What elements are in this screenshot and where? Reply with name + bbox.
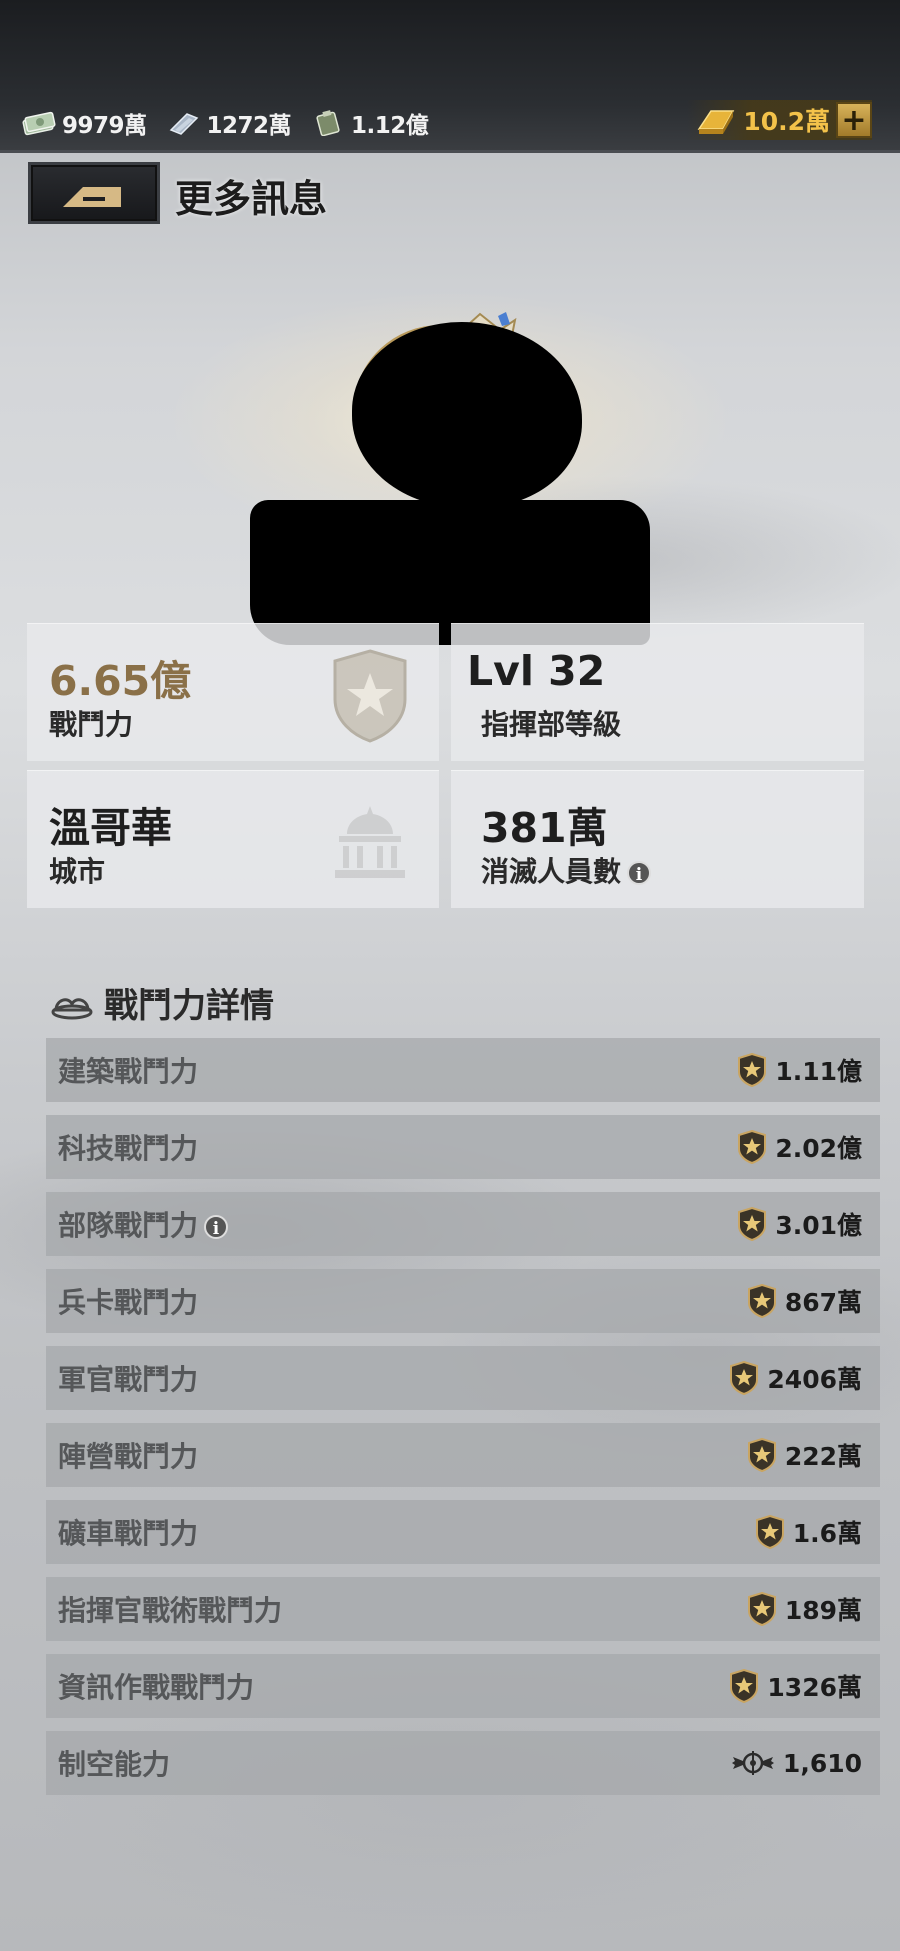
row-label: 資訊作戰戰鬥力	[58, 1671, 255, 1704]
gold-resource[interactable]: 10.2萬 +	[687, 100, 872, 140]
level-value: Lvl 32	[467, 647, 606, 695]
star-shield-icon	[747, 1592, 776, 1626]
info-icon[interactable]: i	[627, 861, 652, 885]
city-hall-icon	[335, 806, 405, 878]
steel-value: 1272萬	[206, 113, 292, 139]
row-value: 2.02億	[775, 1134, 862, 1163]
row-label: 軍官戰鬥力	[58, 1363, 199, 1396]
cash-value: 9979萬	[62, 113, 147, 139]
row-value: 867萬	[784, 1288, 862, 1317]
level-label: 指揮部等級	[481, 708, 622, 741]
star-shield-icon	[738, 1130, 767, 1164]
power-details-header: 戰鬥力詳情	[50, 988, 274, 1024]
list-item: 資訊作戰戰鬥力 1326萬	[46, 1654, 880, 1718]
star-shield-icon	[738, 1053, 767, 1087]
row-label: 建築戰鬥力	[58, 1055, 199, 1088]
star-shield-icon	[333, 649, 407, 743]
tank-treads-icon	[51, 998, 93, 1020]
list-item: 建築戰鬥力 1.11億	[46, 1038, 880, 1102]
power-value: 6.65億	[49, 657, 192, 705]
winged-target-icon	[731, 1751, 774, 1775]
row-label: 陣營戰鬥力	[58, 1440, 199, 1473]
power-card: 6.65億 戰鬥力	[27, 623, 439, 761]
star-shield-icon	[747, 1438, 776, 1472]
list-item: 科技戰鬥力 2.02億	[46, 1115, 880, 1179]
kills-label: 消滅人員數	[481, 855, 622, 888]
row-label-wrap: 部隊戰鬥力 i	[58, 1204, 229, 1244]
list-item: 陣營戰鬥力 222萬	[46, 1423, 880, 1487]
list-item: 指揮官戰術戰鬥力 189萬	[46, 1577, 880, 1641]
city-card: 溫哥華 城市	[27, 770, 439, 908]
gold-value: 10.2萬	[743, 107, 830, 136]
back-button[interactable]	[28, 162, 160, 224]
resource-bar: 9979萬 1272萬 1.12億 10.2萬 +	[0, 0, 900, 153]
row-value: 1326萬	[767, 1673, 862, 1702]
star-shield-icon	[730, 1669, 759, 1703]
power-label: 戰鬥力	[49, 708, 134, 741]
city-value: 溫哥華	[49, 804, 172, 852]
resource-cash[interactable]: 9979萬	[22, 106, 147, 140]
list-item: 兵卡戰鬥力 867萬	[46, 1269, 880, 1333]
city-label: 城市	[49, 855, 106, 888]
level-card: Lvl 32 指揮部等級	[451, 623, 864, 761]
resource-steel[interactable]: 1272萬	[167, 106, 292, 140]
add-gold-button[interactable]: +	[836, 102, 872, 138]
row-label: 制空能力	[58, 1748, 171, 1781]
kills-label-wrap: 消滅人員數 i	[481, 850, 652, 890]
row-label: 兵卡戰鬥力	[58, 1286, 199, 1319]
row-value: 3.01億	[775, 1211, 862, 1240]
back-arrow-icon	[63, 187, 121, 207]
star-shield-icon	[738, 1207, 767, 1241]
resource-oil[interactable]: 1.12億	[311, 106, 429, 140]
row-value: 222萬	[784, 1442, 862, 1471]
kills-value: 381萬	[481, 804, 608, 852]
row-label: 礦車戰鬥力	[58, 1517, 199, 1550]
row-label: 科技戰鬥力	[58, 1132, 199, 1165]
list-item: 軍官戰鬥力 2406萬	[46, 1346, 880, 1410]
power-details-list: 建築戰鬥力 1.11億 科技戰鬥力 2.02億 部隊戰鬥力 i 3.01億 兵卡戰…	[46, 1038, 880, 1808]
list-item: 部隊戰鬥力 i 3.01億	[46, 1192, 880, 1256]
oil-value: 1.12億	[351, 113, 429, 139]
list-item: 制空能力 1,610	[46, 1731, 880, 1795]
list-item: 礦車戰鬥力 1.6萬	[46, 1500, 880, 1564]
oil-canister-icon	[316, 110, 340, 136]
star-shield-icon	[730, 1361, 759, 1395]
gold-bar-icon	[697, 110, 735, 134]
star-shield-icon	[755, 1515, 784, 1549]
kills-card: 381萬 消滅人員數 i	[451, 770, 864, 908]
row-label: 指揮官戰術戰鬥力	[58, 1594, 283, 1627]
row-value: 1,610	[782, 1748, 862, 1778]
row-value: 189萬	[784, 1596, 862, 1625]
row-label: 部隊戰鬥力	[58, 1209, 199, 1242]
row-value: 2406萬	[767, 1365, 862, 1394]
row-value: 1.6萬	[792, 1519, 862, 1548]
star-shield-icon	[747, 1284, 776, 1318]
cash-stack-icon	[22, 111, 56, 136]
page-title: 更多訊息	[175, 177, 328, 221]
info-icon[interactable]: i	[204, 1215, 229, 1239]
row-value: 1.11億	[775, 1057, 862, 1086]
section-title: 戰鬥力詳情	[104, 988, 274, 1024]
steel-bar-icon	[169, 113, 198, 135]
